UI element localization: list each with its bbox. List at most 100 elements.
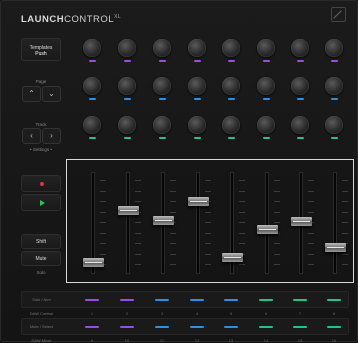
knob[interactable] [188, 116, 206, 134]
knob[interactable] [153, 116, 171, 134]
knob[interactable] [222, 116, 240, 134]
fader-cap[interactable] [290, 216, 312, 226]
daw-mixer-number: 12 [194, 338, 200, 343]
knob[interactable] [291, 116, 309, 134]
fader-track [265, 172, 269, 274]
fader-tick [100, 180, 106, 181]
brand-logo: LAUNCHCONTROLXL [21, 14, 121, 25]
mute-select-indicator[interactable] [120, 326, 134, 328]
fader-tick [170, 190, 176, 192]
fader-cap[interactable] [221, 252, 243, 262]
mute-select-indicator[interactable] [85, 326, 99, 328]
shift-label: Shift [35, 239, 46, 245]
fader-tick [135, 201, 141, 202]
knob[interactable] [257, 116, 275, 134]
mute-select-indicator[interactable] [293, 326, 307, 328]
fader-tick [274, 243, 280, 244]
mute-select-indicator[interactable] [190, 326, 204, 328]
knob[interactable] [83, 116, 101, 134]
knob[interactable] [153, 77, 171, 95]
fader-tick [205, 243, 211, 244]
shift-button[interactable]: Shift [21, 234, 61, 249]
solo-label: Solo [36, 270, 46, 275]
mute-select-indicator[interactable] [259, 326, 273, 328]
fader-tick [239, 201, 245, 202]
solo-arm-indicator[interactable] [224, 299, 238, 301]
knob-led [262, 60, 270, 62]
solo-arm-indicator[interactable] [259, 299, 273, 301]
knob-led [158, 60, 166, 62]
fader-tick [135, 180, 141, 181]
knob[interactable] [83, 39, 101, 57]
knob[interactable] [222, 77, 240, 95]
solo-arm-indicator[interactable] [85, 299, 99, 301]
fader-tick [170, 243, 176, 244]
mute-select-indicator[interactable] [155, 326, 169, 328]
knob-led [88, 60, 96, 62]
knob[interactable] [188, 77, 206, 95]
fader-cap[interactable] [82, 257, 104, 267]
knob-led [330, 60, 338, 62]
page-down-button[interactable]: ⌄ [42, 86, 61, 102]
record-button[interactable] [21, 175, 61, 192]
daw-mixer-number: 16 [331, 338, 337, 343]
knob[interactable] [257, 77, 275, 95]
knob[interactable] [325, 39, 343, 57]
knob[interactable] [325, 77, 343, 95]
solo-arm-indicator[interactable] [327, 299, 341, 301]
solo-arm-indicator[interactable] [155, 299, 169, 301]
mute-label: Mute [35, 256, 47, 262]
fader-cap[interactable] [324, 242, 346, 252]
daw-mixer-number: 9 [90, 338, 94, 343]
knob-led [123, 60, 131, 62]
fader-tick [239, 243, 245, 244]
page-up-button[interactable]: ⌃ [22, 86, 41, 102]
fader-tick [205, 180, 211, 181]
brand-sup: XL [114, 14, 122, 20]
knob[interactable] [153, 39, 171, 57]
track-right-button[interactable]: › [42, 128, 61, 144]
expand-icon[interactable] [331, 7, 346, 22]
fader-tick [274, 264, 280, 265]
fader-tick [135, 190, 141, 192]
fader-tick [239, 190, 245, 192]
knob[interactable] [222, 39, 240, 57]
knob[interactable] [291, 39, 309, 57]
play-button[interactable] [21, 194, 61, 211]
knob[interactable] [118, 39, 136, 57]
fader-cap[interactable] [187, 196, 209, 206]
mute-button[interactable]: Mute [21, 251, 61, 266]
solo-arm-indicator[interactable] [120, 299, 134, 301]
knob-led [88, 98, 96, 100]
fader-tick [274, 201, 280, 202]
fader-tick [100, 222, 106, 223]
knob[interactable] [325, 116, 343, 134]
templates-button[interactable]: Templates Push [21, 38, 61, 61]
fader-tick [239, 180, 245, 181]
knob-led [330, 137, 338, 139]
knob[interactable] [118, 77, 136, 95]
knob[interactable] [118, 116, 136, 134]
fader-tick [274, 222, 280, 223]
mute-select-indicator[interactable] [224, 326, 238, 328]
knob[interactable] [257, 39, 275, 57]
fader-cap[interactable] [256, 224, 278, 234]
knob-led [227, 98, 235, 100]
settings-label: • Settings • [30, 147, 52, 152]
knob-led [296, 60, 304, 62]
knob[interactable] [188, 39, 206, 57]
knob[interactable] [83, 77, 101, 95]
fader-cap[interactable] [152, 215, 174, 225]
fader-tick [170, 264, 176, 265]
mute-select-indicator[interactable] [327, 326, 341, 328]
fader-tick [205, 232, 211, 234]
solo-arm-indicator[interactable] [190, 299, 204, 301]
fader-tick [100, 211, 106, 213]
solo-arm-indicator[interactable] [293, 299, 307, 301]
fader-tick [239, 222, 245, 223]
fader-cap[interactable] [117, 205, 139, 215]
track-left-button[interactable]: ‹ [22, 128, 41, 144]
knob[interactable] [291, 77, 309, 95]
fader-tick [342, 201, 348, 202]
fader-track [126, 172, 130, 274]
